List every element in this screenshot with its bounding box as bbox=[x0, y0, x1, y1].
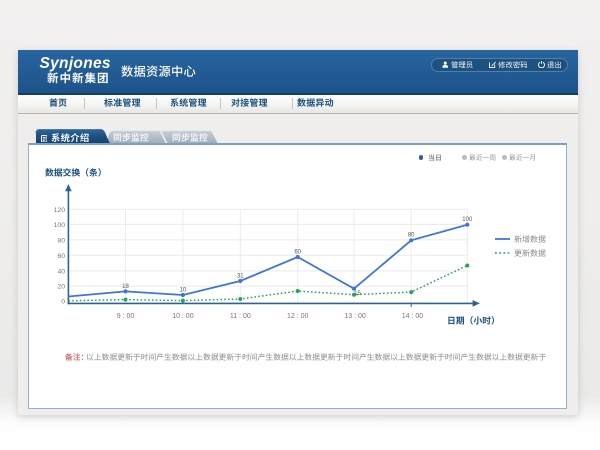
svg-text:13 : 00: 13 : 00 bbox=[344, 313, 366, 320]
svg-text:15: 15 bbox=[354, 291, 361, 297]
svg-text:80: 80 bbox=[408, 233, 415, 239]
svg-text:14 : 00: 14 : 00 bbox=[402, 313, 424, 320]
svg-text:12 : 00: 12 : 00 bbox=[287, 313, 309, 320]
svg-text:9 : 00: 9 : 00 bbox=[117, 313, 135, 320]
svg-text:10: 10 bbox=[180, 287, 187, 293]
svg-text:60: 60 bbox=[294, 249, 301, 255]
svg-text:120: 120 bbox=[54, 207, 66, 214]
svg-text:20: 20 bbox=[57, 284, 65, 291]
svg-text:10 : 00: 10 : 00 bbox=[172, 313, 194, 320]
svg-text:100: 100 bbox=[54, 222, 66, 229]
svg-text:0: 0 bbox=[61, 298, 65, 305]
svg-text:11 : 00: 11 : 00 bbox=[230, 313, 251, 320]
svg-text:31: 31 bbox=[237, 273, 244, 279]
svg-text:18: 18 bbox=[122, 284, 129, 290]
svg-text:100: 100 bbox=[462, 217, 473, 223]
svg-text:40: 40 bbox=[57, 268, 65, 275]
svg-text:60: 60 bbox=[57, 253, 65, 260]
svg-text:80: 80 bbox=[57, 237, 65, 244]
